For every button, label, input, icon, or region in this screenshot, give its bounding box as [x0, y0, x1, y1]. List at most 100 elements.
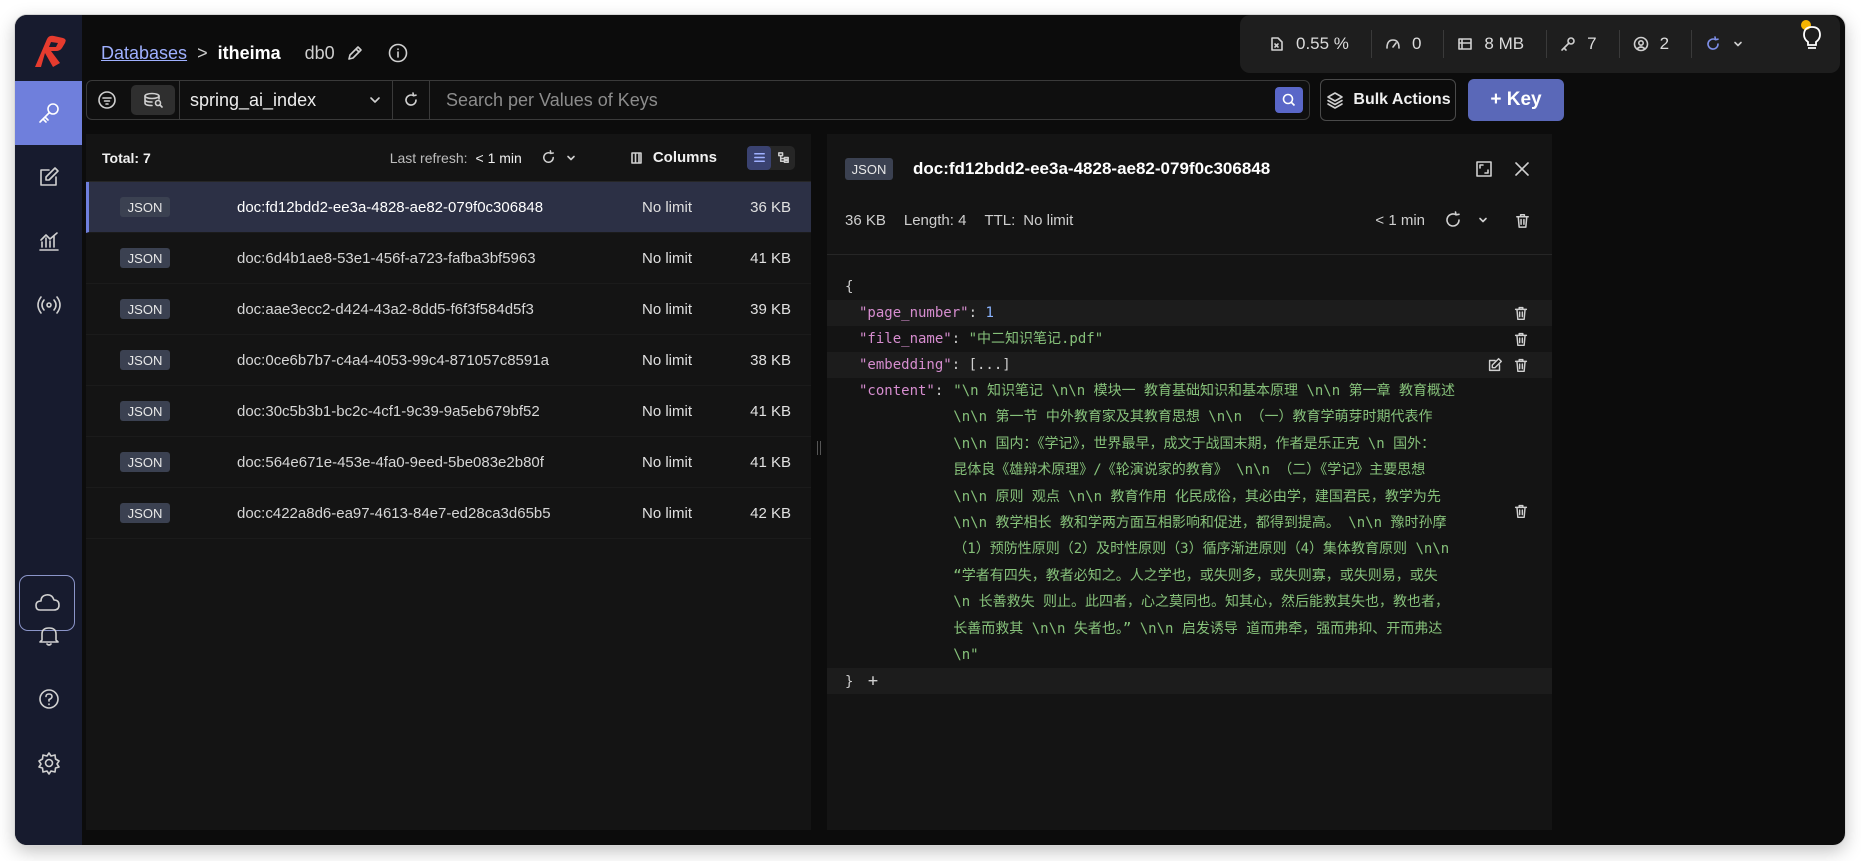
json-content-line: "\n 知识笔记 \n\n 模块一 教育基础知识和基本原理 \n\n 第一章 教…	[953, 383, 1456, 399]
notifications-nav-button[interactable]	[15, 603, 82, 667]
key-size: 41 KB	[750, 453, 791, 471]
pencil-icon[interactable]	[345, 43, 365, 63]
search-submit-button[interactable]	[1275, 87, 1303, 113]
trash-icon[interactable]	[1512, 304, 1530, 322]
key-size: 36 KB	[750, 198, 791, 216]
memory-icon	[1458, 38, 1473, 50]
key-type-badge: JSON	[120, 350, 170, 370]
refresh-icon[interactable]	[1443, 210, 1463, 230]
json-content-line: \n"	[953, 647, 979, 664]
key-name: doc:fd12bdd2-ee3a-4828-ae82-079f0c306848	[237, 198, 544, 216]
tree-view-button[interactable]	[771, 146, 795, 170]
key-ttl[interactable]: TTL: No limit	[984, 212, 1091, 229]
stat-keys: 7	[1547, 30, 1620, 58]
key-name: doc:aae3ecc2-d424-43a2-8dd5-f6f3f584d5f3	[237, 300, 534, 318]
key-size: 39 KB	[750, 300, 791, 318]
gauge-icon	[1386, 39, 1400, 49]
key-list-row[interactable]: JSON doc:6d4b1ae8-53e1-456f-a723-fafba3bf…	[86, 233, 811, 284]
layers-icon	[1327, 92, 1344, 109]
key-icon	[1561, 37, 1575, 51]
key-icon	[38, 103, 59, 123]
key-details-panel: JSON doc:fd12bdd2-ee3a-4828-ae82-079f0c3…	[827, 134, 1552, 830]
filter-button[interactable]	[87, 81, 127, 119]
chevron-down-icon[interactable]	[1477, 214, 1489, 226]
columns-icon	[631, 151, 642, 164]
key-type-badge: JSON	[120, 452, 170, 472]
key-type-badge: JSON	[120, 248, 170, 268]
key-name: doc:564e671e-453e-4fa0-9eed-5be083e2b80f	[237, 453, 544, 471]
panel-resize-handle[interactable]	[817, 441, 821, 455]
expand-icon[interactable]	[1474, 159, 1494, 179]
divider	[827, 254, 1552, 255]
chevron-down-icon[interactable]	[565, 152, 577, 164]
list-view-button[interactable]	[747, 145, 771, 170]
close-icon[interactable]	[1512, 159, 1532, 179]
view-toggle	[747, 145, 795, 170]
lightbulb-icon[interactable]	[1797, 19, 1827, 53]
info-icon[interactable]	[387, 42, 409, 64]
bell-icon	[38, 627, 59, 646]
trash-icon[interactable]	[1512, 502, 1530, 520]
add-key-button[interactable]: + Key	[1468, 79, 1564, 121]
json-field-file-name[interactable]: "file_name": "中二知识笔记.pdf"	[827, 326, 1552, 352]
json-field-embedding[interactable]: "embedding": [...]	[827, 352, 1552, 378]
database-index-label: db0	[304, 42, 335, 63]
key-list-row[interactable]: JSON doc:0ce6b7b7-c4a4-4053-99c4-871057c8…	[86, 335, 811, 386]
filter-bar: spring_ai_index Search per Values of Key…	[86, 80, 1310, 120]
json-field-content[interactable]: "content": "\n 知识笔记 \n\n 模块一 教育基础知识和基本原理…	[827, 378, 1552, 669]
key-name: doc:30c5b3b1-bc2c-4cf1-9c39-9a5eb679bf52	[237, 402, 540, 420]
key-type-badge: JSON	[120, 401, 170, 421]
key-ttl: No limit	[642, 402, 693, 420]
key-type-badge: JSON	[845, 158, 893, 180]
bulk-actions-button[interactable]: Bulk Actions	[1320, 79, 1456, 121]
key-size: 36 KB	[845, 211, 886, 229]
refresh-icon[interactable]	[540, 149, 557, 166]
stat-cpu: 0.55 %	[1256, 30, 1372, 58]
key-size: 42 KB	[750, 504, 791, 522]
trash-icon[interactable]	[1512, 356, 1530, 374]
settings-nav-button[interactable]	[15, 731, 82, 795]
trash-icon[interactable]	[1513, 211, 1532, 230]
key-list-row[interactable]: JSON doc:564e671e-453e-4fa0-9eed-5be083e2…	[86, 437, 811, 488]
sidebar	[15, 15, 82, 845]
key-ttl: No limit	[642, 351, 693, 369]
analytics-nav-button[interactable]	[15, 209, 82, 273]
key-list-row[interactable]: JSON doc:aae3ecc2-d424-43a2-8dd5-f6f3f584…	[86, 284, 811, 335]
edit-icon[interactable]	[1486, 356, 1504, 374]
columns-button[interactable]: Columns	[629, 149, 717, 166]
chart-icon	[38, 232, 59, 251]
database-stats-bar: 0.55 % 0 8 MB 7 2	[1240, 15, 1840, 73]
refresh-index-button[interactable]	[393, 81, 429, 119]
key-type-badge: JSON	[120, 197, 170, 217]
key-list-row[interactable]: JSON doc:30c5b3b1-bc2c-4cf1-9c39-9a5eb679…	[86, 386, 811, 437]
breadcrumb-databases-link[interactable]: Databases	[101, 43, 187, 64]
stat-ops: 0	[1372, 30, 1445, 58]
json-content-line: \n\n 教学相长 教和学两方面互相影响和促进，都得到提高。 \n\n 豫时孙摩	[953, 515, 1447, 532]
browser-nav-button[interactable]	[15, 81, 82, 145]
search-icon	[1282, 93, 1296, 107]
key-size: 38 KB	[750, 351, 791, 369]
search-mode-toggle[interactable]	[131, 85, 175, 115]
key-list-row[interactable]: JSON doc:fd12bdd2-ee3a-4828-ae82-079f0c30…	[86, 182, 811, 233]
add-field-button[interactable]: +	[868, 671, 878, 691]
key-ttl: No limit	[642, 504, 693, 522]
json-content-line: \n 长善救失 则止。此四者，心之莫同也。知其心，然后能救其失也，教也者，	[953, 594, 1450, 611]
json-content-line: “学者有四失，教者必知之。人之学也，或失则多，或失则寡，或失则易，或失	[953, 567, 1438, 584]
search-input[interactable]: Search per Values of Keys	[429, 81, 1275, 119]
redis-logo[interactable]	[27, 29, 71, 73]
last-refresh: Last refresh: < 1 min	[390, 149, 577, 166]
key-name: doc:c422a8d6-ea97-4613-84e7-ed28ca3d65b5	[237, 504, 551, 522]
key-list-row[interactable]: JSON doc:c422a8d6-ea97-4613-84e7-ed28ca3d…	[86, 488, 811, 539]
key-list-panel: Total: 7 Last refresh: < 1 min Columns J	[86, 134, 811, 830]
app-window: Databases > itheima db0 0.55 % 0 8 MB 7	[15, 15, 1845, 845]
index-select[interactable]: spring_ai_index	[179, 81, 393, 119]
workbench-nav-button[interactable]	[15, 145, 82, 209]
key-ttl: No limit	[642, 249, 693, 267]
json-field-page-number[interactable]: "page_number": 1	[827, 300, 1552, 326]
key-name[interactable]: doc:fd12bdd2-ee3a-4828-ae82-079f0c306848	[913, 159, 1270, 179]
trash-icon[interactable]	[1512, 330, 1530, 348]
pubsub-nav-button[interactable]	[15, 273, 82, 337]
breadcrumb-current: itheima	[217, 42, 281, 63]
help-nav-button[interactable]	[15, 667, 82, 731]
auto-refresh-toggle[interactable]	[1692, 30, 1766, 58]
